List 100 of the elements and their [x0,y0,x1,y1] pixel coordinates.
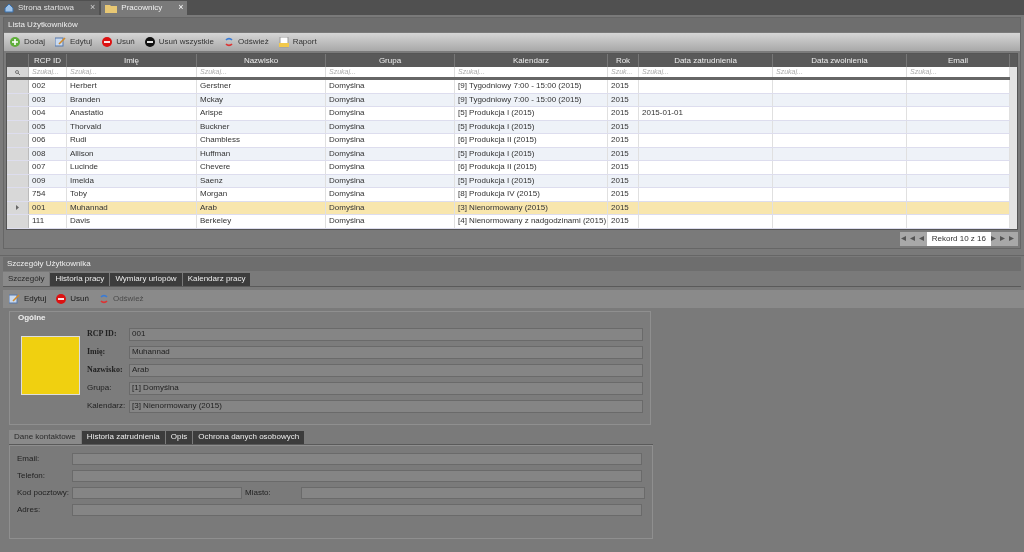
table-cell: Imelda [70,174,94,187]
table-cell: Gerstner [200,80,232,93]
table-cell: 2015 [611,201,629,214]
table-cell: Domyślna [329,188,365,201]
document-tab[interactable]: Strona startowa × [0,1,100,15]
tab[interactable]: Historia pracy [50,272,110,286]
toolbar-button[interactable]: Odśwież [221,36,271,48]
input-field[interactable]: [1] Domyślna [129,381,643,395]
field-label: Email: [17,452,41,465]
input-field[interactable] [301,486,645,499]
table-cell: [5] Produkcja I (2015) [458,120,535,133]
table-cell: [5] Produkcja I (2015) [458,147,535,160]
row-pointer-icon [16,205,19,211]
field-label: Nazwisko: [87,364,124,376]
field-label: Grupa: [87,382,113,394]
table-cell: 007 [32,161,46,174]
input-field[interactable] [72,469,642,482]
input-field[interactable] [72,486,242,499]
table-cell: 002 [32,80,46,93]
folder-icon [105,3,118,13]
table-cell: [5] Produkcja I (2015) [458,107,535,120]
photo-placeholder [21,335,80,395]
tab[interactable]: Szczegóły [3,271,50,286]
tab[interactable]: Kalendarz pracy [182,272,251,286]
input-field[interactable] [72,503,642,516]
tab[interactable]: Opis [165,430,193,444]
table-row[interactable]: 754 Toby Morgan Domyślna [8] Produkcja IV (2015) 2015 [7,188,1010,202]
table-cell: Lucinde [70,161,99,174]
table-cell: Saenz [200,174,223,187]
tab[interactable]: Historia zatrudnienia [81,430,165,444]
table-cell: Muhannad [70,201,108,214]
panel-title: Lista Użytkowników [4,18,1020,32]
input-field[interactable]: [3] Nienormowany (2015) [129,399,643,413]
field-label: Adres: [17,503,42,516]
table-cell: Domyślna [329,134,365,147]
input-field[interactable]: 001 [129,327,643,341]
field-label: Kalendarz: [87,400,127,412]
toolbar-button[interactable]: Edytuj [7,292,49,305]
table-cell: Thorvald [70,120,102,133]
field-label: Imię: [87,346,107,358]
minus-circle-icon [102,37,113,47]
pager-arrow-icon[interactable] [917,236,927,241]
table-cell: Chevere [200,161,231,174]
tab[interactable]: Ochrona danych osobowych [193,430,305,444]
table-cell: Rudi [70,134,87,147]
search-icon [15,69,20,75]
toolbar-button[interactable]: Usuń wszystkie [142,36,216,48]
minus-circle-icon [56,293,67,304]
table-cell: Domyślna [329,161,365,174]
table-cell: Davis [70,215,90,228]
toolbar-button[interactable]: Edytuj [52,36,95,48]
table-cell: [3] Nienormowany (2015) [458,201,548,214]
table-cell: Domyślna [329,93,365,106]
table-cell: 006 [32,134,46,147]
table-row[interactable]: 111 Davis Berkeley Domyślna [4] Nienormowany z nadgodzinami (2015) 2015 [7,215,1010,229]
table-cell: 754 [32,188,46,201]
input-field[interactable]: Muhannad [129,345,643,359]
tab[interactable]: Dane kontaktowe [9,429,81,444]
refresh-icon [98,293,109,304]
table-cell: [9] Tygodniowy 7:00 - 15:00 (2015) [458,80,582,93]
input-field[interactable] [72,452,642,465]
table-cell: Arispe [200,107,223,120]
pager-arrow-icon[interactable] [899,236,909,241]
table-cell: Domyślna [329,147,365,160]
table-cell: [9] Tygodniowy 7:00 - 15:00 (2015) [458,93,582,106]
document-icon [278,36,289,48]
table-cell: Allison [70,147,94,160]
tab[interactable]: Wymiary urlopów [110,272,182,286]
table-cell: 2015 [611,215,629,228]
field-label: Kod pocztowy: [17,486,71,499]
scrollbar[interactable] [1010,54,1017,229]
table-cell: 2015 [611,93,629,106]
table-cell: Domyślna [329,120,365,133]
table-row[interactable]: 006 Rudi Chambless Domyślna [6] Produkcja II (2015) 2015 [7,134,1010,148]
toolbar-button[interactable]: Raport [276,36,319,48]
table-cell: 111 [32,215,45,228]
pager-arrow-icon[interactable] [908,236,918,241]
document-tab[interactable]: Pracownicy × [101,1,188,15]
plus-icon [10,37,20,47]
table-cell: 2015 [611,134,629,147]
table-cell: Berkeley [200,215,232,228]
table-cell: Mckay [200,93,224,106]
table-cell: [5] Produkcja I (2015) [458,174,535,187]
table-cell: [4] Nienormowany z nadgodzinami (2015) [458,215,607,228]
close-icon[interactable]: × [90,1,96,15]
toolbar-button[interactable]: Usuń [100,36,137,48]
toolbar-button[interactable]: Usuń [54,292,91,305]
table-cell: 2015-01-01 [642,107,683,120]
table-row[interactable]: 007 Lucinde Chevere Domyślna [6] Produkcja II (2015) 2015 [7,161,1010,175]
table-cell: Huffman [200,147,231,160]
table-cell: Domyślna [329,215,365,228]
table-cell: [6] Produkcja II (2015) [458,134,537,147]
table-row[interactable]: 002 Herbert Gerstner Domyślna [9] Tygodniowy 7:00 - 15:00 (2015) 2015 [7,80,1010,94]
table-cell: 2015 [611,174,629,187]
close-icon[interactable]: × [178,1,184,15]
table-cell: Domyślna [329,107,365,120]
table-row[interactable]: 004 Anastatio Arispe Domyślna [5] Produkcja I (2015) 2015 2015-01-01 [7,107,1010,121]
toolbar-button[interactable]: Dodaj [8,36,47,48]
table-cell: 001 [32,201,46,214]
input-field[interactable]: Arab [129,363,643,377]
